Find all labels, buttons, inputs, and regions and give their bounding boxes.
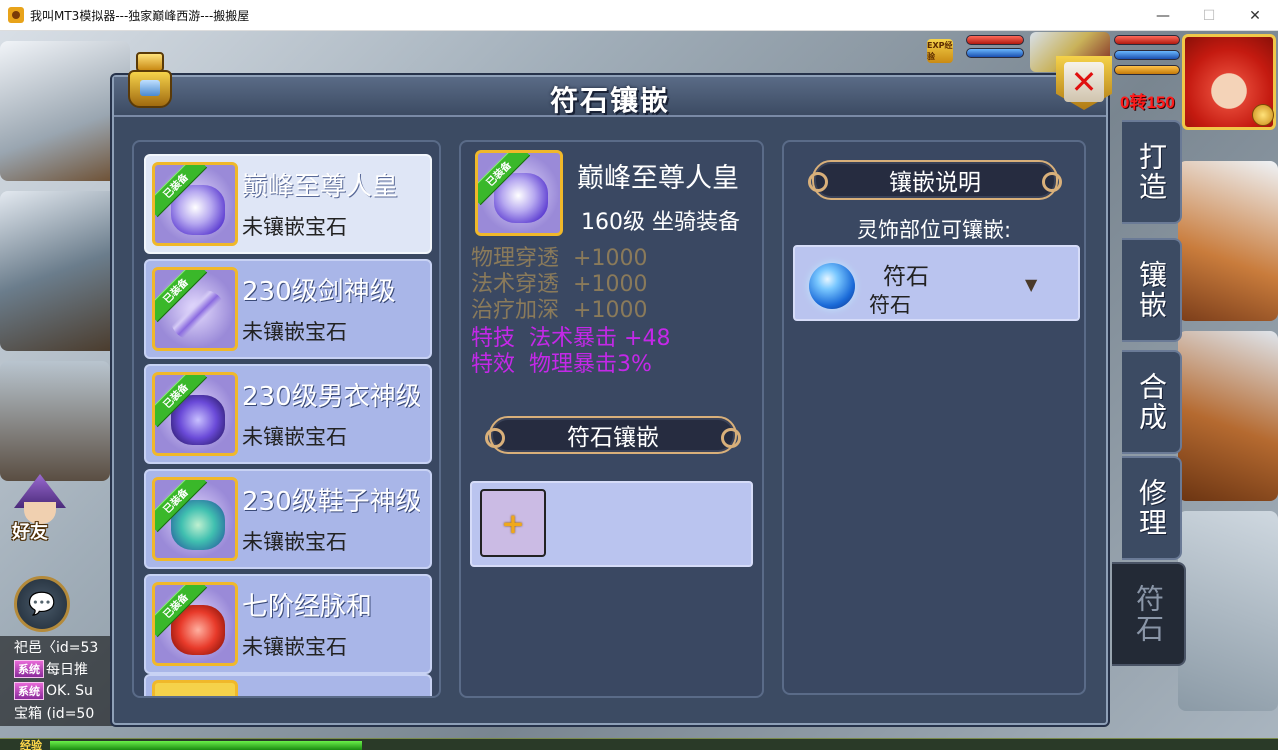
tab-combine[interactable]: 合成 [1122,350,1182,454]
player-mp-bar [1114,50,1180,60]
dialog-close-button[interactable]: ✕ [1056,56,1112,110]
rune-type-subtitle: 符石 [869,293,911,317]
sapphire-gem-icon [809,263,855,309]
snowy-roof [0,41,130,181]
socket-section-banner: 符石镶嵌 [485,416,741,454]
snowy-roof [1178,511,1278,711]
equipment-list-item[interactable]: 已装备 七阶经脉和 未镶嵌宝石 [144,574,432,674]
orb-icon: 已装备 [152,582,238,666]
special-stat: 特效 物理暴击3% [471,352,652,377]
selected-item-name: 巅峰至尊人皇 [577,163,739,194]
add-rune-slot[interactable]: + [480,489,546,557]
chat-button[interactable]: 💬 [14,576,70,632]
tab-inlay[interactable]: 镶嵌 [1122,238,1182,342]
chat-line: 系统 OK. Su [0,680,120,702]
item-gem-status: 未镶嵌宝石 [242,530,347,554]
mount-icon: 已装备 [475,150,563,236]
chat-line: 系统 每日推 [0,658,120,680]
shoes-icon: 已装备 [152,477,238,561]
item-gem-status: 未镶嵌宝石 [242,425,347,449]
coin-icon [1252,104,1274,126]
friends-button[interactable]: 好友 [4,474,76,546]
tab-forge[interactable]: 打造 [1122,120,1182,224]
snowy-roof [0,361,110,481]
snowy-roof [0,191,120,351]
pet-hp-bar [966,35,1024,45]
item-name: 七阶经脉和 [242,592,373,622]
tab-repair[interactable]: 修理 [1122,456,1182,560]
chat-bubble-icon: 💬 [28,591,56,617]
anvil-lamp-icon [118,52,184,118]
item-gem-status: 未镶嵌宝石 [242,320,347,344]
exp-badge-icon[interactable]: EXP经验 [927,39,953,63]
mount-icon: 已装备 [152,162,238,246]
dialog-header: 符石镶嵌 [114,77,1106,117]
equipment-list-item[interactable]: 已装备 巅峰至尊人皇 未镶嵌宝石 [144,154,432,254]
tab-label: 合成 [1135,372,1168,432]
window-titlebar: 我叫MT3模拟器---独家巅峰西游---搬搬屋 — ☐ ✕ [0,0,1278,31]
equipment-list-item-partial[interactable] [144,674,432,696]
item-name: 230级剑神级 [242,277,396,307]
item-name: 巅峰至尊人皇 [242,172,399,202]
tab-label: 打造 [1135,142,1168,202]
inlay-info-title: 镶嵌说明 [889,170,981,196]
equipment-list-panel[interactable]: 已装备 巅峰至尊人皇 未镶嵌宝石 已装备 230级剑神级 未镶嵌宝石 已装备 2… [132,140,441,698]
socket-section-title: 符石镶嵌 [567,425,659,451]
item-gem-status: 未镶嵌宝石 [242,635,347,659]
pet-mp-bar [966,48,1024,58]
item-gem-status: 未镶嵌宝石 [242,215,347,239]
inlay-info-panel: 镶嵌说明 灵饰部位可镶嵌: 符石 符石 ▼ [782,140,1086,695]
player-level: 0转150 [1120,93,1175,112]
tab-label: 修理 [1135,478,1168,538]
close-icon: ✕ [1064,62,1104,102]
rune-socket-area: + [470,481,753,567]
snowy-roof [1178,331,1278,501]
system-tag: 系统 [14,660,44,678]
window-close-button[interactable]: ✕ [1232,0,1278,31]
player-hp-bar [1114,35,1180,45]
tab-rune[interactable]: 符石 [1112,562,1186,666]
chat-log[interactable]: 祀邑〈id=53 系统 每日推 系统 OK. Su 宝箱 (id=50 [0,636,120,726]
experience-bar-fill [50,741,362,750]
tab-label: 镶嵌 [1135,260,1168,320]
maximize-button[interactable]: ☐ [1186,0,1232,31]
armor-icon: 已装备 [152,372,238,456]
sword-icon: 已装备 [152,267,238,351]
equipment-list-item[interactable]: 已装备 230级剑神级 未镶嵌宝石 [144,259,432,359]
item-name: 230级男衣神级 [242,382,420,412]
rune-type-title: 符石 [883,264,929,290]
inlay-info-banner: 镶嵌说明 [808,160,1062,200]
player-anger-bar [1114,65,1180,75]
chat-line: 祀邑〈id=53 [14,640,99,656]
system-tag: 系统 [14,682,44,700]
window-title: 我叫MT3模拟器---独家巅峰西游---搬搬屋 [30,8,250,23]
item-detail-panel: 已装备 巅峰至尊人皇 160级 坐骑装备 物理穿透 +1000 法术穿透 +1000… [459,140,764,698]
rune-type-dropdown[interactable]: 符石 符石 ▼ [793,245,1080,321]
selected-item-meta: 160级 坐骑装备 [581,210,740,235]
plus-icon: + [501,506,525,540]
experience-label: 经验 [20,739,42,750]
friends-label: 好友 [12,522,48,543]
equipment-list-item[interactable]: 已装备 230级鞋子神级 未镶嵌宝石 [144,469,432,569]
dropdown-arrow-icon[interactable]: ▼ [1025,275,1037,294]
minimize-button[interactable]: — [1140,0,1186,31]
item-name: 230级鞋子神级 [242,487,420,517]
app-icon [8,7,24,23]
slot-type-label: 灵饰部位可镶嵌: [856,218,1012,242]
snowy-roof [1178,161,1278,321]
equipment-list-item[interactable]: 已装备 230级男衣神级 未镶嵌宝石 [144,364,432,464]
dialog-title: 符石镶嵌 [549,84,670,117]
chat-line: 宝箱 (id=50 [14,706,95,722]
tab-label: 符石 [1132,584,1165,644]
